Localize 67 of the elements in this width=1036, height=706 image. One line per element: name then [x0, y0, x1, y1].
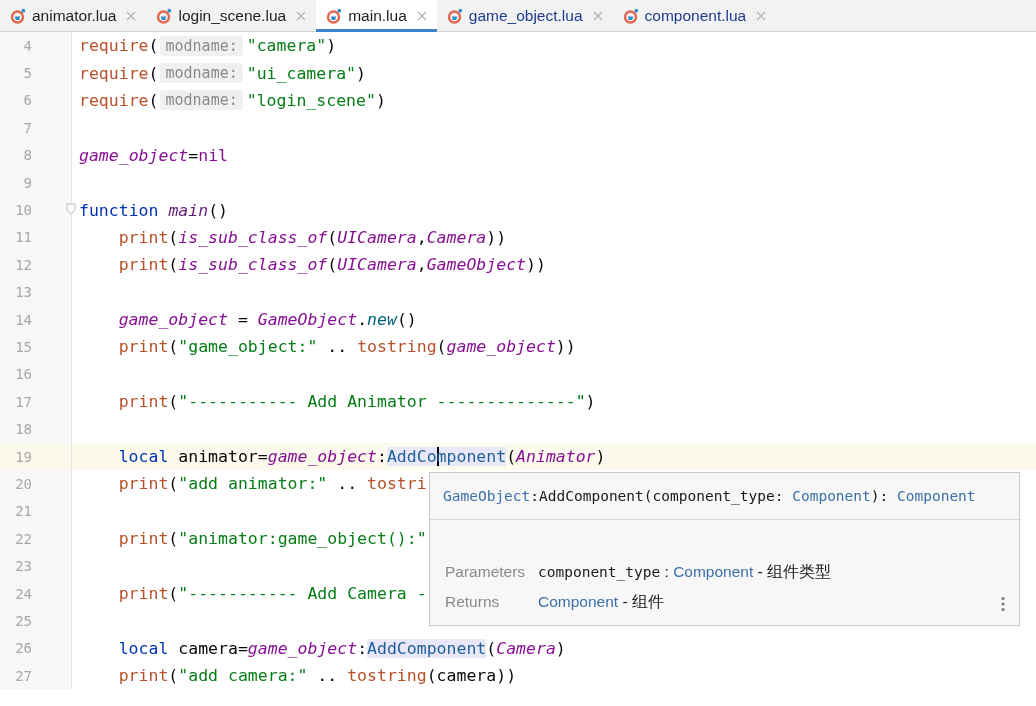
line-number: 5	[22, 65, 32, 82]
section-label: Parameters	[445, 563, 527, 581]
code-text: function main()	[79, 200, 229, 220]
line-number: 16	[14, 366, 32, 383]
file-tab[interactable]: animator.lua	[0, 0, 147, 32]
file-tab[interactable]: game_object.lua	[436, 0, 613, 32]
code-text: print("add animator:" .. tostri	[118, 474, 427, 494]
code-text: print("----------- Add Camera -	[118, 584, 427, 603]
close-icon[interactable]	[296, 11, 307, 21]
code-text: local camera=game_object:AddComponent(Camera)	[118, 638, 566, 658]
code-text: game_object=nil	[79, 145, 229, 165]
line-number: 21	[14, 503, 32, 520]
line-number: 24	[14, 585, 32, 602]
code-text: print("----------- Add Animator --------------")	[118, 392, 596, 412]
line-number: 19	[14, 448, 32, 465]
section-label: Returns	[445, 593, 501, 611]
code-text: print(is_sub_class_of(UICamera,GameObject))	[118, 255, 546, 275]
close-icon[interactable]	[756, 11, 767, 21]
code-text: "login_scene")	[246, 90, 386, 110]
line-number: 6	[22, 92, 32, 109]
lua-file-icon	[156, 8, 173, 24]
line-number: 20	[14, 475, 32, 492]
line-number: 15	[14, 339, 32, 355]
inlay-hint: modname:	[160, 63, 243, 84]
close-icon[interactable]	[416, 11, 427, 21]
code-text: print("game_object:" .. tostring(game_object))	[118, 337, 576, 357]
line-number: 7	[22, 119, 32, 136]
code-text: "camera")	[246, 36, 337, 56]
file-tab[interactable]: main.lua	[316, 0, 437, 32]
code-text: print("add camera:" .. tostring(camera))	[118, 666, 517, 686]
line-number: 26	[14, 640, 32, 657]
line-number: 27	[14, 667, 32, 684]
code-text: game_object = GameObject.new()	[118, 310, 417, 330]
line-number: 14	[14, 311, 32, 328]
code-text: require(	[79, 63, 159, 83]
line-number: 12	[14, 256, 32, 273]
line-number: 10	[14, 202, 32, 219]
line-number: 9	[22, 174, 32, 191]
file-tab[interactable]: component.lua	[612, 0, 777, 32]
fold-icon[interactable]	[66, 203, 76, 216]
file-tab[interactable]: login_scene.lua	[146, 0, 317, 32]
line-number: 23	[14, 558, 32, 575]
code-text: "ui_camera")	[246, 63, 366, 83]
lua-file-icon	[10, 8, 26, 24]
inlay-hint: modname:	[160, 35, 243, 56]
line-number: 13	[14, 284, 32, 301]
line-number: 17	[14, 393, 32, 410]
code-text: require(	[79, 36, 159, 56]
code-text: require(	[79, 90, 159, 110]
section-text: Component - 组件	[538, 591, 664, 612]
lua-file-icon	[622, 8, 639, 24]
line-number: 18	[14, 421, 32, 438]
line-number: 4	[22, 37, 32, 54]
inlay-hint: modname:	[160, 90, 243, 111]
close-icon[interactable]	[592, 11, 603, 21]
line-number: 25	[14, 612, 32, 629]
code-text: print("animator:game_object():"	[118, 529, 427, 549]
lua-file-icon	[446, 8, 463, 24]
line-number: 8	[22, 147, 32, 164]
lua-file-icon	[326, 8, 343, 24]
section-text: component_type : Component - 组件类型	[538, 561, 832, 583]
code-text: print(is_sub_class_of(UICamera,Camera))	[118, 227, 507, 247]
close-icon[interactable]	[126, 11, 137, 21]
line-number: 22	[14, 530, 32, 547]
method-signature: GameObject:AddComponent(component_type: Component): Component	[443, 488, 976, 504]
more-options-icon[interactable]	[1001, 596, 1005, 612]
line-number: 11	[14, 229, 32, 246]
